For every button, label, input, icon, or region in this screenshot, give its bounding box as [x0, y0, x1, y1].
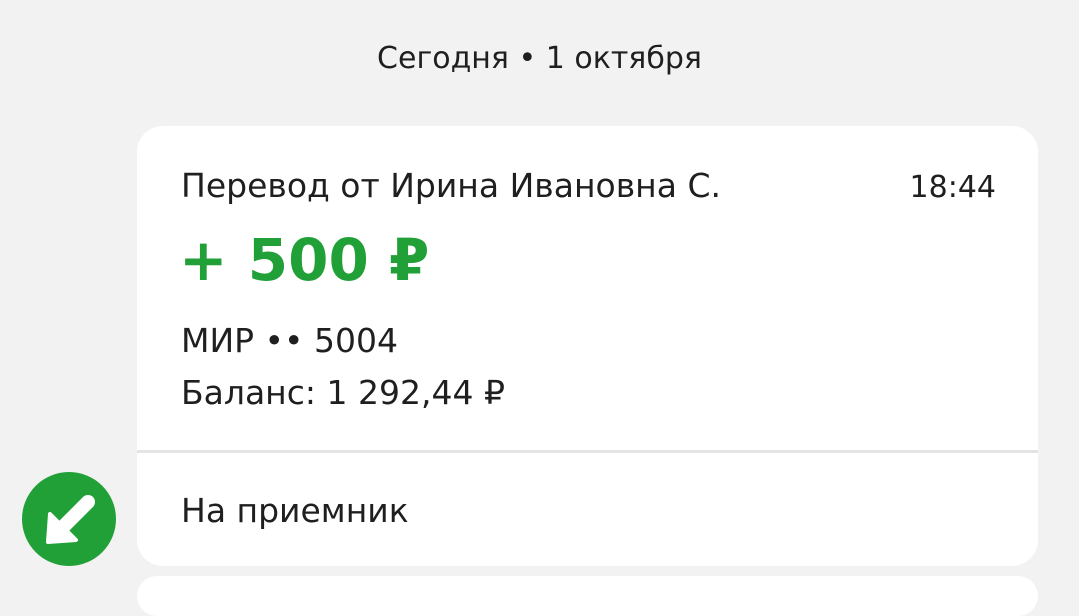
transaction-amount: + 500 ₽	[179, 226, 430, 294]
transfer-note: На приемник	[181, 491, 409, 530]
message-divider	[137, 450, 1038, 453]
transaction-title: Перевод от Ирина Ивановна С.	[181, 166, 721, 205]
transaction-message[interactable]: Перевод от Ирина Ивановна С. 18:44 + 500…	[137, 126, 1038, 566]
incoming-arrow-icon	[22, 472, 116, 566]
next-message-bubble[interactable]	[137, 576, 1038, 616]
card-info: МИР •• 5004	[181, 321, 398, 360]
date-header: Сегодня • 1 октября	[377, 41, 702, 76]
balance-info: Баланс: 1 292,44 ₽	[181, 373, 505, 412]
transaction-time: 18:44	[909, 170, 996, 205]
